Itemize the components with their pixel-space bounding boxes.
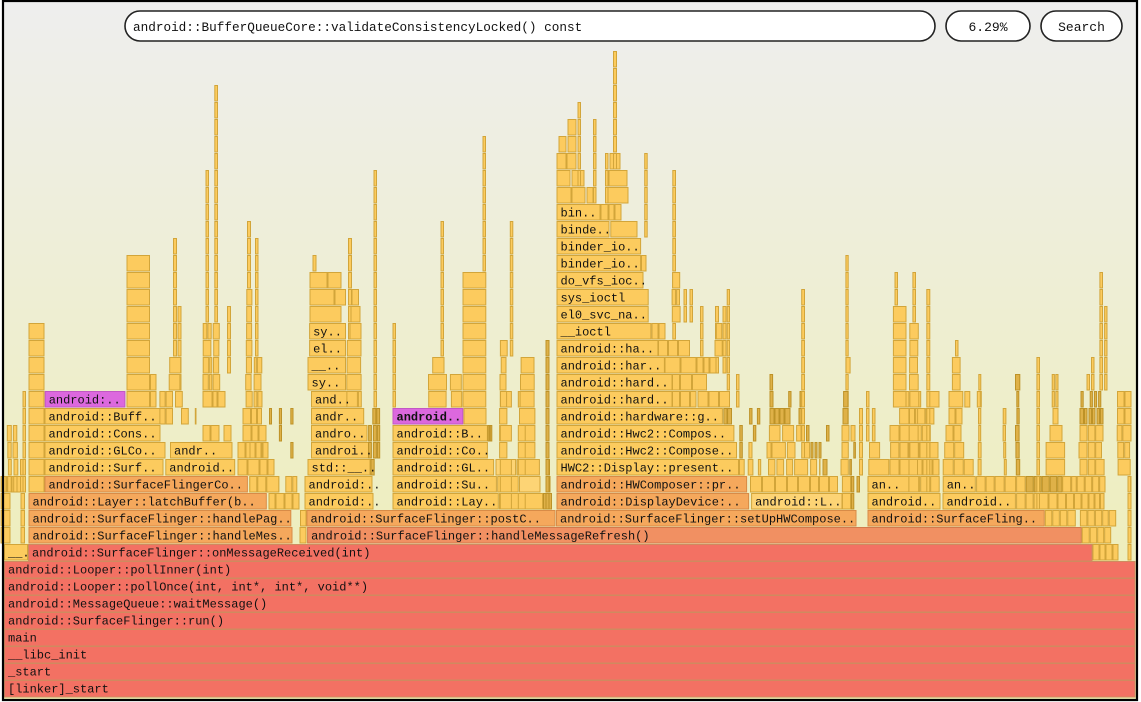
svg-text:6.29%: 6.29% bbox=[968, 20, 1007, 35]
svg-text:sys_ioctl: sys_ioctl bbox=[561, 292, 626, 306]
svg-text:HWC2::Display::present..: HWC2::Display::present.. bbox=[561, 462, 734, 476]
svg-text:android::HWComposer::pr..: android::HWComposer::pr.. bbox=[561, 479, 741, 493]
svg-text:android::SurfaceFlinger::onMes: android::SurfaceFlinger::onMessageReceiv… bbox=[32, 547, 370, 561]
svg-text:main: main bbox=[8, 632, 37, 646]
svg-text:android..: android.. bbox=[397, 411, 462, 425]
svg-text:an..: an.. bbox=[947, 479, 976, 493]
svg-text:_start: _start bbox=[7, 666, 51, 680]
svg-text:__.: __. bbox=[7, 547, 30, 561]
svg-text:android:..: android:.. bbox=[309, 479, 381, 493]
svg-text:el0_svc_na..: el0_svc_na.. bbox=[561, 309, 647, 323]
svg-text:android::Looper::pollInner(int: android::Looper::pollInner(int) bbox=[8, 564, 231, 578]
svg-text:android::hardware::g..: android::hardware::g.. bbox=[561, 411, 719, 425]
svg-text:binde..: binde.. bbox=[561, 224, 611, 238]
svg-text:android::Co..: android::Co.. bbox=[397, 445, 491, 459]
svg-text:android::SurfaceFlingerCo..: android::SurfaceFlingerCo.. bbox=[49, 479, 243, 493]
svg-text:android::Hwc2::Compose..: android::Hwc2::Compose.. bbox=[561, 445, 734, 459]
svg-text:android::Su..: android::Su.. bbox=[397, 479, 491, 493]
svg-text:android::SurfaceFlinger::postC: android::SurfaceFlinger::postC.. bbox=[311, 513, 541, 527]
svg-text:binder_io..: binder_io.. bbox=[561, 258, 640, 272]
svg-text:android:..: android:.. bbox=[49, 394, 121, 408]
svg-text:android::MessageQueue::waitMes: android::MessageQueue::waitMessage() bbox=[8, 598, 267, 612]
svg-text:android::Looper::pollOnce(int,: android::Looper::pollOnce(int, int*, int… bbox=[8, 581, 368, 595]
svg-text:andr..: andr.. bbox=[174, 445, 217, 459]
svg-text:andr..: andr.. bbox=[315, 411, 358, 425]
svg-text:android::SurfaceFlinger::handl: android::SurfaceFlinger::handleMessageRe… bbox=[311, 530, 649, 544]
svg-text:android::Cons..: android::Cons.. bbox=[49, 428, 157, 442]
svg-text:android::BufferQueueCore::vali: android::BufferQueueCore::validateConsis… bbox=[133, 20, 582, 35]
svg-text:android::DisplayDevice:..: android::DisplayDevice:.. bbox=[561, 496, 741, 510]
svg-text:android::SurfaceFlinger::handl: android::SurfaceFlinger::handleMes.. bbox=[33, 530, 292, 544]
svg-text:__libc_init: __libc_init bbox=[7, 649, 87, 663]
svg-text:android::Lay..: android::Lay.. bbox=[397, 496, 498, 510]
svg-text:android::Hwc2::Compos..: android::Hwc2::Compos.. bbox=[561, 428, 727, 442]
svg-text:binder_io..: binder_io.. bbox=[561, 241, 640, 255]
svg-text:android::Buff..: android::Buff.. bbox=[49, 411, 157, 425]
svg-text:android::SurfaceFlinger::setUp: android::SurfaceFlinger::setUpHWCompose.… bbox=[560, 513, 855, 527]
svg-text:android::Layer::latchBuffer(b.: android::Layer::latchBuffer(b.. bbox=[33, 496, 256, 510]
svg-text:andro..: andro.. bbox=[315, 428, 365, 442]
svg-text:android..: android.. bbox=[947, 496, 1012, 510]
svg-text:sy..: sy.. bbox=[312, 377, 341, 391]
svg-text:android::hard..: android::hard.. bbox=[561, 377, 669, 391]
svg-text:android::hard..: android::hard.. bbox=[561, 394, 669, 408]
svg-text:android::Surf..: android::Surf.. bbox=[49, 462, 157, 476]
svg-text:android::ha..: android::ha.. bbox=[561, 343, 655, 357]
svg-text:__..: __.. bbox=[311, 360, 341, 374]
svg-text:android::SurfaceFlinger::handl: android::SurfaceFlinger::handlePag.. bbox=[33, 513, 292, 527]
svg-text:androi..: androi.. bbox=[315, 445, 373, 459]
svg-text:android::B..: android::B.. bbox=[397, 428, 483, 442]
svg-text:and..: and.. bbox=[315, 394, 351, 408]
svg-text:sy..: sy.. bbox=[313, 326, 342, 340]
svg-text:Search: Search bbox=[1058, 20, 1105, 35]
svg-text:android::GL..: android::GL.. bbox=[397, 462, 491, 476]
svg-text:android::SurfaceFlinger::run(): android::SurfaceFlinger::run() bbox=[8, 615, 224, 629]
svg-text:do_vfs_ioc..: do_vfs_ioc.. bbox=[561, 275, 647, 289]
svg-text:bin..: bin.. bbox=[561, 207, 597, 221]
svg-text:el..: el.. bbox=[313, 343, 342, 357]
svg-text:an..: an.. bbox=[872, 479, 901, 493]
svg-text:android::SurfaceFling..: android::SurfaceFling.. bbox=[872, 513, 1038, 527]
svg-text:std::__..: std::__.. bbox=[312, 462, 377, 476]
svg-text:__ioctl: __ioctl bbox=[560, 326, 611, 340]
svg-text:android::L..: android::L.. bbox=[755, 496, 841, 510]
svg-text:android::GLCo..: android::GLCo.. bbox=[49, 445, 157, 459]
svg-text:android::har..: android::har.. bbox=[561, 360, 662, 374]
svg-text:[linker]_start: [linker]_start bbox=[8, 683, 109, 697]
svg-text:android..: android.. bbox=[169, 462, 234, 476]
svg-text:android..: android.. bbox=[872, 496, 937, 510]
svg-text:android:..: android:.. bbox=[309, 496, 381, 510]
